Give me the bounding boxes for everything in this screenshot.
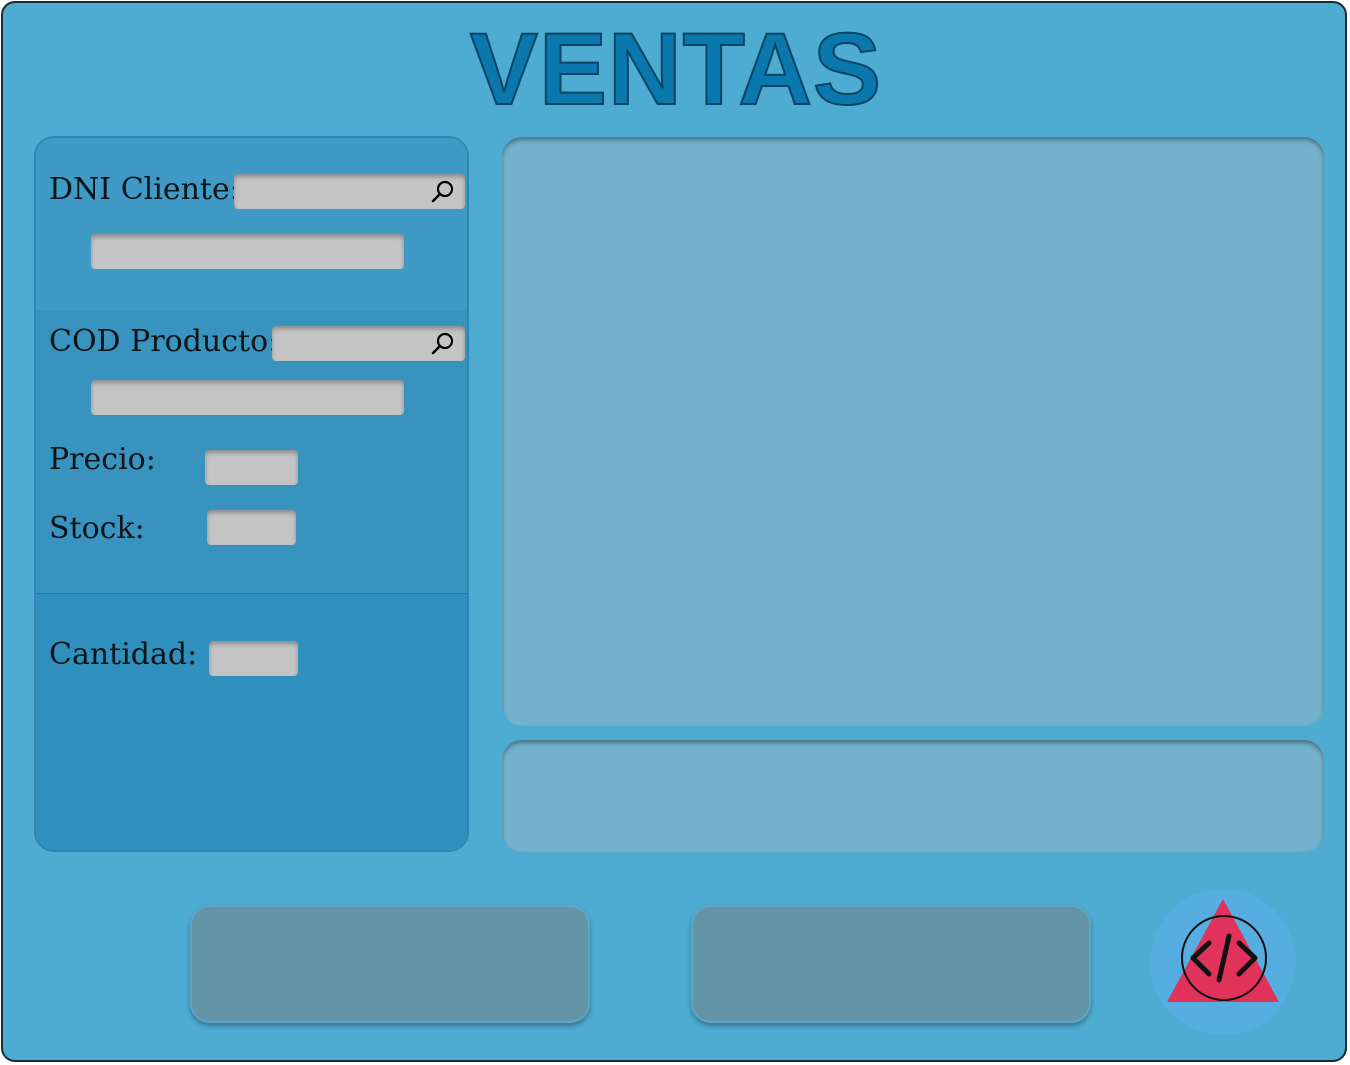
search-icon[interactable] [431, 331, 455, 355]
precio-field[interactable] [205, 450, 298, 485]
precio-label: Precio: [49, 442, 156, 477]
quantity-section: Cantidad: [36, 594, 467, 850]
product-description-field[interactable] [91, 380, 404, 415]
client-name-field[interactable] [91, 234, 404, 269]
stock-field[interactable] [207, 510, 296, 545]
total-panel [502, 740, 1324, 852]
stock-label: Stock: [49, 511, 145, 546]
cod-producto-input[interactable] [272, 326, 465, 361]
sales-window: VENTAS DNI Cliente: COD Producto: Precio… [1, 1, 1347, 1062]
search-icon[interactable] [431, 179, 455, 203]
code-triangle-logo [1150, 889, 1296, 1035]
left-action-button[interactable] [190, 905, 590, 1023]
product-section: COD Producto: Precio: Stock: [36, 310, 467, 594]
sales-list-panel[interactable] [502, 137, 1324, 726]
cod-producto-label: COD Producto: [49, 324, 279, 359]
right-action-button[interactable] [691, 905, 1091, 1023]
cantidad-input[interactable] [209, 641, 298, 676]
page-title: VENTAS [469, 12, 883, 126]
client-section: DNI Cliente: [36, 138, 467, 311]
cantidad-label: Cantidad: [49, 637, 198, 672]
form-panel: DNI Cliente: COD Producto: Precio: Stock… [34, 136, 469, 852]
dni-cliente-input[interactable] [234, 174, 465, 209]
dni-cliente-label: DNI Cliente: [49, 172, 240, 207]
